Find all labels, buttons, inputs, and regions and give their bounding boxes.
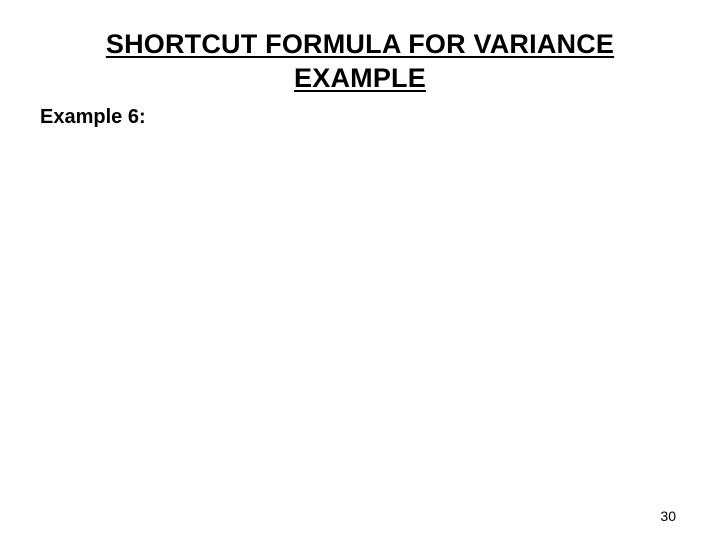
- page-number: 30: [660, 508, 676, 524]
- slide: SHORTCUT FORMULA FOR VARIANCE EXAMPLE Ex…: [0, 0, 720, 540]
- example-label: Example 6:: [40, 106, 146, 129]
- slide-title: SHORTCUT FORMULA FOR VARIANCE EXAMPLE: [0, 28, 720, 96]
